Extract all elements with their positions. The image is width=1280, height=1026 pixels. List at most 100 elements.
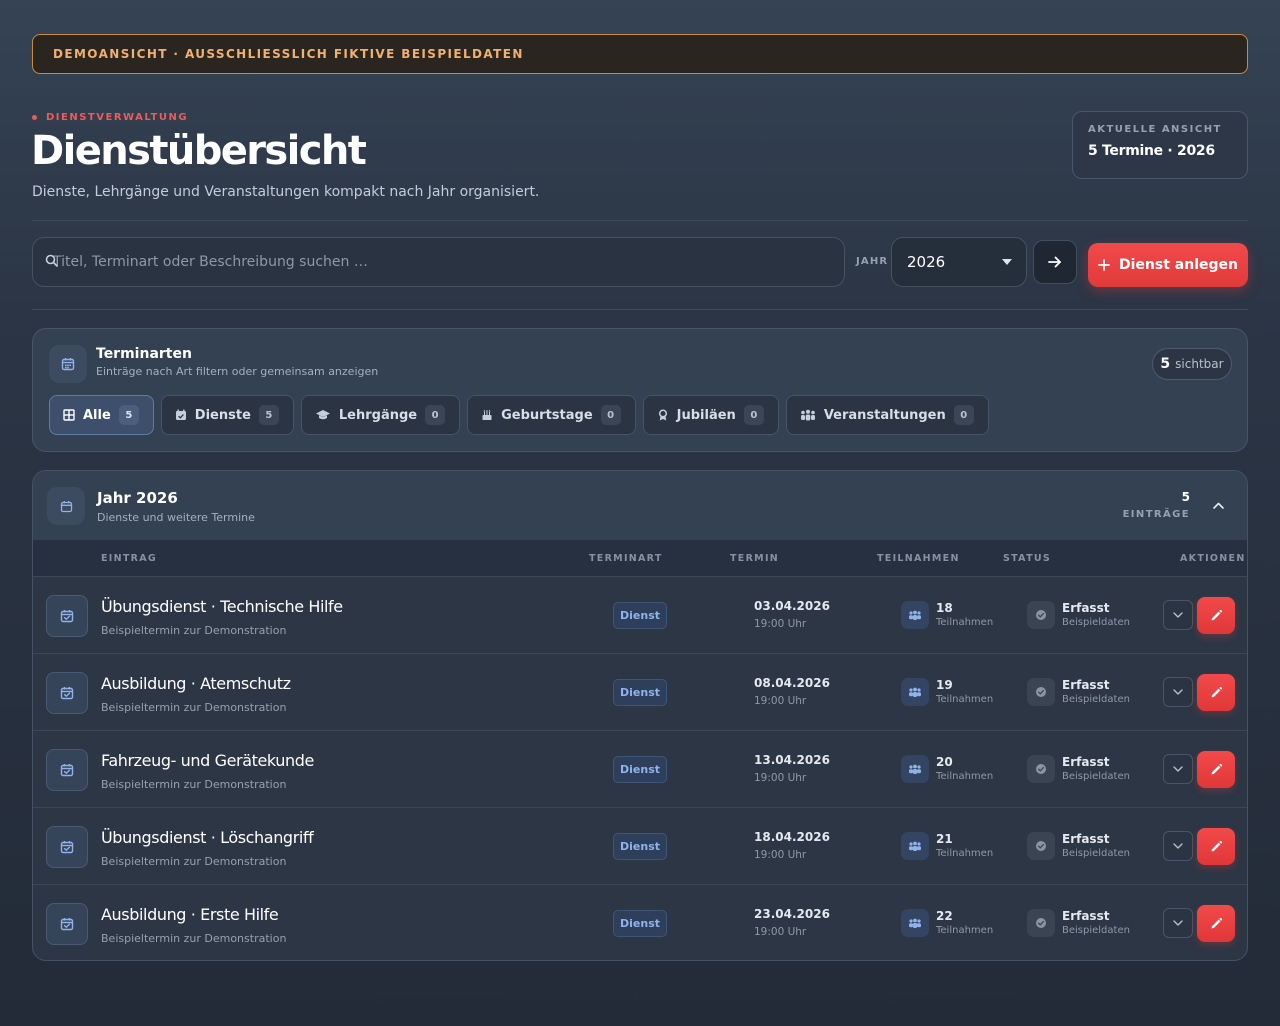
- type-badge: Dienst: [613, 833, 667, 860]
- search-box[interactable]: [32, 237, 845, 287]
- current-view-label: AKTUELLE ANSICHT: [1088, 124, 1222, 135]
- expand-row-button[interactable]: [1163, 908, 1193, 938]
- expand-row-button[interactable]: [1163, 831, 1193, 861]
- page-subtitle: Dienste, Lehrgänge und Veranstaltungen k…: [32, 184, 540, 200]
- edit-button[interactable]: [1197, 597, 1235, 634]
- row-description: Beispieltermin zur Demonstration: [101, 778, 287, 791]
- pencil-icon: [1211, 686, 1222, 698]
- row-date: 13.04.2026: [754, 753, 830, 767]
- calendar-check-icon: [46, 749, 88, 791]
- column-header-status: STATUS: [1003, 553, 1052, 564]
- year-entry-count-label: EINTRÄGE: [1122, 509, 1190, 520]
- calendar-icon: [47, 487, 85, 525]
- row-description: Beispieltermin zur Demonstration: [101, 624, 287, 637]
- column-header-date: TERMIN: [730, 553, 780, 564]
- row-time: 19:00 Uhr: [754, 926, 807, 938]
- year-section-header[interactable]: Jahr 2026 Dienste und weitere Termine 5 …: [33, 471, 1247, 540]
- expand-row-button[interactable]: [1163, 677, 1193, 707]
- row-time: 19:00 Uhr: [754, 695, 807, 707]
- row-date: 08.04.2026: [754, 676, 830, 690]
- edit-button[interactable]: [1197, 751, 1235, 788]
- expand-row-button[interactable]: [1163, 754, 1193, 784]
- grid-icon: [63, 409, 75, 421]
- status-subtext: Beispieldaten: [1062, 694, 1130, 705]
- participants-label: Teilnahmen: [936, 848, 994, 859]
- status-subtext: Beispieldaten: [1062, 771, 1130, 782]
- year-entry-count: 5: [1181, 490, 1190, 504]
- filter-chip-veranstaltungen[interactable]: Veranstaltungen 0: [785, 395, 989, 435]
- status-subtext: Beispieldaten: [1062, 848, 1130, 859]
- participants-icon: [901, 601, 929, 629]
- filter-chip-count: 5: [118, 405, 139, 425]
- pencil-icon: [1211, 609, 1222, 621]
- row-title: Übungsdienst · Löschangriff: [101, 828, 314, 847]
- pencil-icon: [1211, 763, 1222, 775]
- collapse-button[interactable]: [1209, 496, 1227, 514]
- year-select[interactable]: 2026: [891, 237, 1027, 287]
- filter-chip-count: 0: [743, 405, 764, 425]
- search-input[interactable]: [33, 238, 844, 286]
- participants-icon: [901, 755, 929, 783]
- chevron-up-icon: [1212, 502, 1224, 509]
- create-service-button[interactable]: Dienst anlegen: [1088, 243, 1248, 287]
- table-row[interactable]: Übungsdienst · Löschangriff Beispielterm…: [33, 808, 1247, 885]
- chevron-down-icon: [1173, 689, 1183, 695]
- filter-chip-count: 0: [600, 405, 621, 425]
- column-header-type: TERMINART: [589, 553, 663, 564]
- graduation-cap-icon: [315, 410, 330, 420]
- filter-chip-label: Alle: [83, 407, 111, 423]
- calendar-check-icon: [46, 595, 88, 637]
- filter-chip-count: 5: [258, 405, 279, 425]
- filter-chip-all[interactable]: Alle 5: [49, 395, 154, 435]
- row-date: 23.04.2026: [754, 907, 830, 921]
- check-circle-icon: [1027, 909, 1055, 937]
- filter-chip-geburtstage[interactable]: Geburtstage 0: [467, 395, 636, 435]
- row-description: Beispieltermin zur Demonstration: [101, 932, 287, 945]
- status-text: Erfasst: [1062, 601, 1110, 615]
- filter-chip-jubilaeen[interactable]: Jubiläen 0: [642, 395, 779, 435]
- table-row[interactable]: Ausbildung · Erste Hilfe Beispieltermin …: [33, 885, 1247, 960]
- table-row[interactable]: Ausbildung · Atemschutz Beispieltermin z…: [33, 654, 1247, 731]
- filter-chip-lehrgaenge[interactable]: Lehrgänge 0: [300, 395, 461, 435]
- year-select-value: 2026: [907, 253, 946, 271]
- table-row[interactable]: Übungsdienst · Technische Hilfe Beispiel…: [33, 577, 1247, 654]
- type-badge: Dienst: [613, 602, 667, 629]
- calendar-check-icon: [46, 903, 88, 945]
- apply-year-button[interactable]: [1033, 240, 1077, 284]
- visible-count-pill: 5 sichtbar: [1152, 348, 1232, 380]
- edit-button[interactable]: [1197, 674, 1235, 711]
- participants-icon: [901, 832, 929, 860]
- row-description: Beispieltermin zur Demonstration: [101, 855, 287, 868]
- divider: [32, 220, 1248, 221]
- status-subtext: Beispieldaten: [1062, 925, 1130, 936]
- visible-label: sichtbar: [1175, 357, 1224, 371]
- calendar-check-icon: [46, 826, 88, 868]
- plus-icon: [1098, 259, 1110, 271]
- eyebrow-dot: [32, 115, 37, 120]
- edit-button[interactable]: [1197, 905, 1235, 942]
- row-date: 18.04.2026: [754, 830, 830, 844]
- participants-icon: [901, 909, 929, 937]
- filter-chip-label: Geburtstage: [501, 407, 593, 423]
- row-date: 03.04.2026: [754, 599, 830, 613]
- filter-chip-dienste[interactable]: Dienste 5: [160, 395, 294, 435]
- row-title: Ausbildung · Atemschutz: [101, 674, 291, 693]
- chevron-down-icon: [1173, 612, 1183, 618]
- type-badge: Dienst: [613, 679, 667, 706]
- filter-chip-label: Dienste: [194, 407, 251, 423]
- pencil-icon: [1211, 840, 1222, 852]
- type-badge: Dienst: [613, 756, 667, 783]
- check-circle-icon: [1027, 832, 1055, 860]
- expand-row-button[interactable]: [1163, 600, 1193, 630]
- table-row[interactable]: Fahrzeug- und Gerätekunde Beispieltermin…: [33, 731, 1247, 808]
- filter-chip-label: Veranstaltungen: [823, 407, 946, 423]
- row-time: 19:00 Uhr: [754, 849, 807, 861]
- participants-count: 19: [936, 678, 953, 692]
- edit-button[interactable]: [1197, 828, 1235, 865]
- row-title: Ausbildung · Erste Hilfe: [101, 905, 279, 924]
- row-time: 19:00 Uhr: [754, 772, 807, 784]
- row-title: Übungsdienst · Technische Hilfe: [101, 597, 343, 616]
- eyebrow-text: DIENSTVERWALTUNG: [46, 112, 189, 123]
- current-view-card: AKTUELLE ANSICHT 5 Termine · 2026: [1072, 111, 1248, 179]
- current-view-value: 5 Termine · 2026: [1088, 143, 1215, 159]
